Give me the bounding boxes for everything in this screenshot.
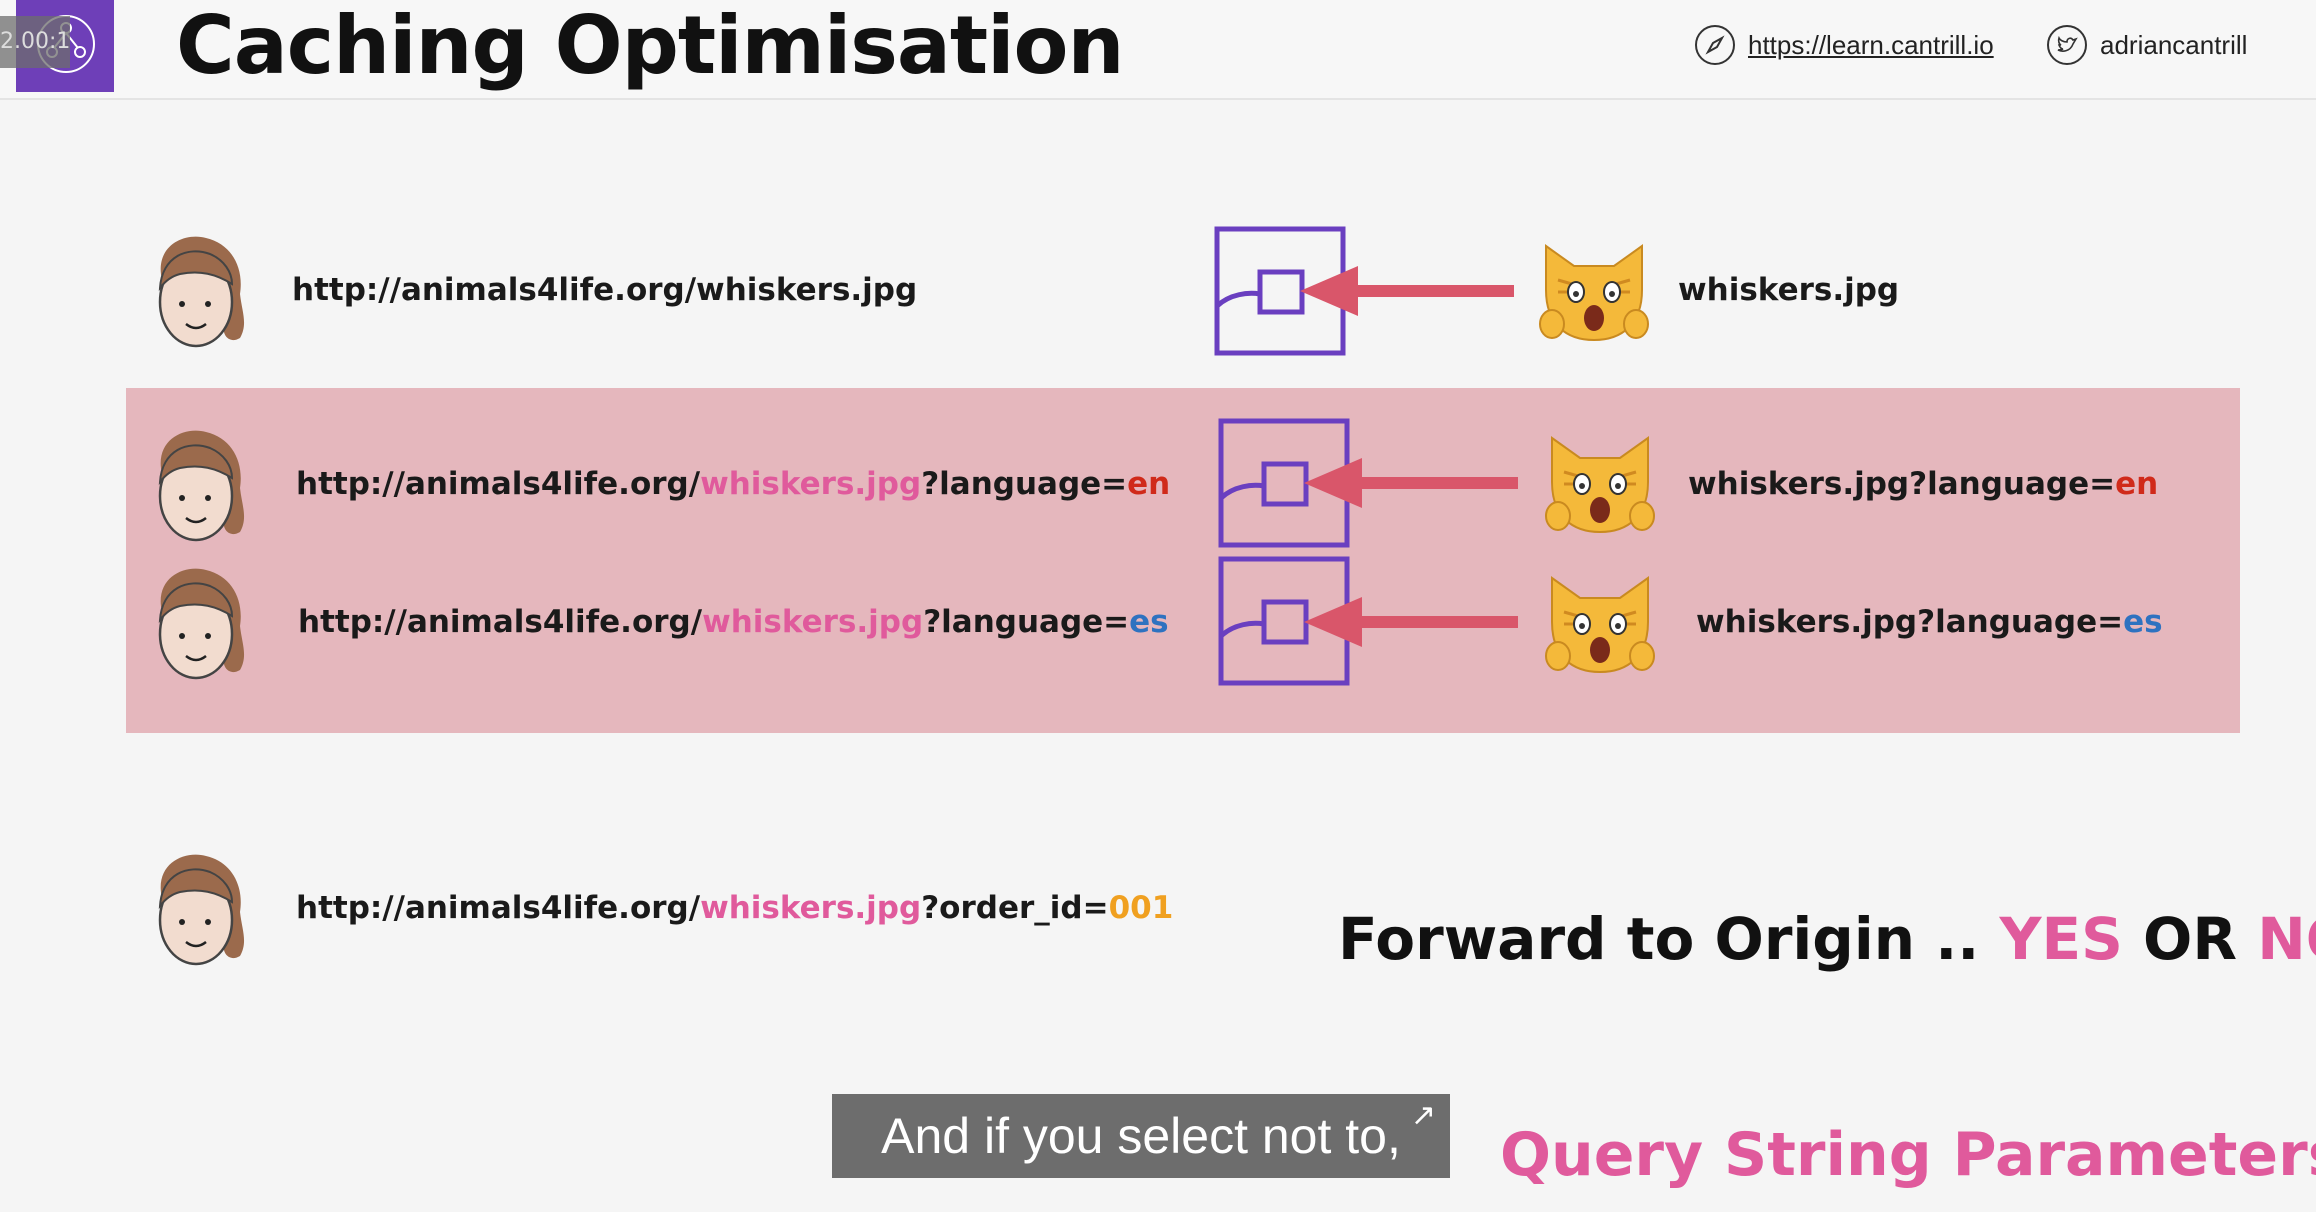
section-subtitle: Query String Parameters: [1500, 1120, 2316, 1190]
request-url-4: http://animals4life.org/whiskers.jpg?ord…: [296, 890, 1173, 926]
expand-icon[interactable]: ↗: [1411, 1096, 1436, 1136]
arrow-icon: [1304, 597, 1518, 647]
url-value: es: [1129, 604, 1169, 640]
cat-emoji-icon: [1545, 436, 1655, 534]
object-prefix: whiskers.jpg?language=: [1688, 466, 2116, 502]
cat-emoji-icon: [1545, 576, 1655, 674]
object-value: en: [2115, 466, 2159, 502]
highlight-band: [126, 388, 2240, 733]
request-url-1: http://animals4life.org/whiskers.jpg: [292, 272, 918, 308]
cat-emoji-icon: [1539, 244, 1649, 342]
object-value: es: [2123, 604, 2163, 640]
slide: 2.00:1 Caching Optimisation https://lear…: [0, 0, 2316, 1212]
url-query: ?order_id=: [921, 890, 1109, 926]
video-caption: And if you select not to, ↗: [832, 1094, 1450, 1178]
url-prefix: http://animals4life.org/: [296, 466, 701, 502]
object-name-3: whiskers.jpg?language=es: [1696, 604, 2163, 640]
caption-text: And if you select not to,: [881, 1108, 1401, 1164]
url-value: en: [1127, 466, 1171, 502]
header-bar: 2.00:1 Caching Optimisation https://lear…: [0, 0, 2316, 100]
twitter-handle[interactable]: adriancantrill: [2100, 30, 2247, 61]
url-file: whiskers.jpg: [700, 466, 922, 502]
object-name-2: whiskers.jpg?language=en: [1688, 466, 2158, 502]
arrow-icon: [1304, 458, 1518, 508]
user-avatar: [144, 560, 254, 688]
url-file: whiskers.jpg: [700, 890, 922, 926]
site-link-text[interactable]: https://learn.cantrill.io: [1748, 30, 1994, 61]
url-query: ?language=: [921, 466, 1128, 502]
forward-no: NO: [2257, 905, 2316, 973]
forward-question: Forward to Origin .. YES OR NO: [1338, 905, 2316, 973]
compass-icon: [1695, 25, 1735, 65]
url-prefix: http://animals4life.org/: [296, 890, 701, 926]
url-value: 001: [1108, 890, 1174, 926]
user-avatar: [144, 846, 254, 974]
url-query: ?language=: [923, 604, 1130, 640]
object-prefix: whiskers.jpg?language=: [1696, 604, 2124, 640]
user-avatar: [144, 228, 254, 356]
twitter-link[interactable]: adriancantrill: [2046, 22, 2247, 68]
arrow-icon: [1300, 266, 1514, 316]
url-file: whiskers.jpg: [702, 604, 924, 640]
timecode-badge: 2.00:1: [0, 16, 70, 68]
url-prefix: http://animals4life.org/: [298, 604, 703, 640]
page-title: Caching Optimisation: [176, 0, 1124, 92]
request-url-2: http://animals4life.org/whiskers.jpg?lan…: [296, 466, 1170, 502]
user-avatar: [144, 422, 254, 550]
site-link[interactable]: https://learn.cantrill.io: [1694, 22, 1994, 68]
forward-prefix: Forward to Origin ..: [1338, 905, 2000, 973]
forward-yes: YES: [1999, 905, 2123, 973]
twitter-icon: [2047, 25, 2087, 65]
object-name-1: whiskers.jpg: [1678, 272, 1900, 308]
forward-or: OR: [2122, 905, 2258, 973]
request-url-3: http://animals4life.org/whiskers.jpg?lan…: [298, 604, 1169, 640]
